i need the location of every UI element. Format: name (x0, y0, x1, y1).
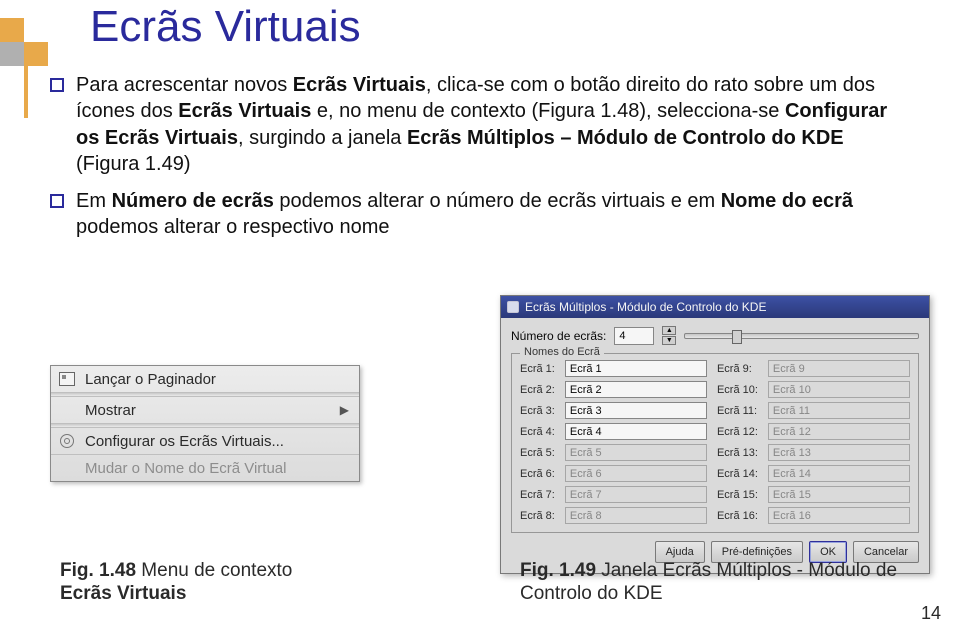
body-text: Para acrescentar novos Ecrãs Virtuais, c… (50, 72, 910, 250)
screen-name-label: Ecrã 4: (520, 426, 555, 438)
screen-name-input (768, 381, 910, 398)
screen-name-label: Ecrã 7: (520, 489, 555, 501)
gear-icon (57, 432, 77, 450)
caption-right: Fig. 1.49 Janela Ecrãs Múltiplos - Módul… (520, 559, 920, 607)
screen-names-group: Nomes do Ecrã Ecrã 1:Ecrã 9:Ecrã 2:Ecrã … (511, 353, 919, 533)
dialog-titlebar[interactable]: Ecrãs Múltiplos - Módulo de Controlo do … (501, 296, 929, 318)
screen-name-label: Ecrã 11: (717, 405, 758, 417)
bullet-2: Em Número de ecrãs podemos alterar o núm… (50, 188, 910, 241)
ctx-item-label: Mudar o Nome do Ecrã Virtual (85, 460, 286, 477)
page-title: Ecrãs Virtuais (90, 2, 361, 52)
bullet-1-text: Para acrescentar novos Ecrãs Virtuais, c… (76, 72, 910, 178)
screen-name-input[interactable] (565, 381, 707, 398)
screen-name-input (768, 486, 910, 503)
num-screens-label: Número de ecrãs: (511, 329, 606, 343)
context-menu: Lançar o Paginador Mostrar ▶ Configurar … (50, 365, 360, 482)
screen-name-input (565, 444, 707, 461)
screen-name-label: Ecrã 15: (717, 489, 758, 501)
kde-multiple-screens-dialog: Ecrãs Múltiplos - Módulo de Controlo do … (500, 295, 930, 574)
screen-name-label: Ecrã 8: (520, 510, 555, 522)
bullet-2-text: Em Número de ecrãs podemos alterar o núm… (76, 188, 910, 241)
ctx-item-label: Mostrar (85, 402, 136, 419)
screen-name-input (565, 486, 707, 503)
num-screens-spinner[interactable]: ▲ ▼ (662, 326, 676, 345)
slide-corner-decoration (0, 18, 48, 66)
num-screens-slider[interactable] (684, 333, 919, 339)
group-title: Nomes do Ecrã (520, 346, 604, 358)
bullet-1: Para acrescentar novos Ecrãs Virtuais, c… (50, 72, 910, 178)
window-icon (507, 301, 519, 313)
bullet-icon (50, 194, 64, 208)
screen-name-label: Ecrã 1: (520, 363, 555, 375)
submenu-arrow-icon: ▶ (340, 403, 349, 417)
dialog-title: Ecrãs Múltiplos - Módulo de Controlo do … (525, 300, 766, 314)
blank-icon (57, 401, 77, 419)
screen-name-input (768, 423, 910, 440)
ctx-item-rename-virtual-screen: Mudar o Nome do Ecrã Virtual (51, 455, 359, 481)
screen-name-input (768, 360, 910, 377)
page-number: 14 (921, 603, 941, 624)
screen-name-label: Ecrã 2: (520, 384, 555, 396)
screen-name-label: Ecrã 13: (717, 447, 758, 459)
ctx-item-configure-virtual-screens[interactable]: Configurar os Ecrãs Virtuais... (51, 428, 359, 455)
screen-name-input (768, 507, 910, 524)
screen-name-input[interactable] (565, 402, 707, 419)
screen-name-label: Ecrã 6: (520, 468, 555, 480)
screen-name-input (565, 465, 707, 482)
bullet-icon (50, 78, 64, 92)
figure-captions: Fig. 1.48 Menu de contexto Ecrãs Virtuai… (60, 559, 920, 607)
blank-icon (57, 459, 77, 477)
screen-name-input[interactable] (565, 360, 707, 377)
spinner-up-icon[interactable]: ▲ (662, 326, 676, 335)
figures-row: Lançar o Paginador Mostrar ▶ Configurar … (50, 295, 930, 574)
screen-name-input (768, 444, 910, 461)
screen-name-label: Ecrã 10: (717, 384, 758, 396)
ctx-item-show[interactable]: Mostrar ▶ (51, 397, 359, 424)
spinner-down-icon[interactable]: ▼ (662, 336, 676, 345)
num-screens-input[interactable] (614, 327, 654, 345)
ctx-item-label: Configurar os Ecrãs Virtuais... (85, 433, 284, 450)
screen-name-input[interactable] (565, 423, 707, 440)
screen-name-label: Ecrã 9: (717, 363, 758, 375)
screen-name-label: Ecrã 3: (520, 405, 555, 417)
screen-name-input (768, 402, 910, 419)
pager-icon (57, 370, 77, 388)
screen-name-label: Ecrã 14: (717, 468, 758, 480)
slider-thumb[interactable] (732, 330, 742, 344)
screen-name-label: Ecrã 5: (520, 447, 555, 459)
screen-name-input (768, 465, 910, 482)
num-screens-row: Número de ecrãs: ▲ ▼ (511, 326, 919, 345)
screen-name-input (565, 507, 707, 524)
ctx-item-launch-pager[interactable]: Lançar o Paginador (51, 366, 359, 393)
caption-left: Fig. 1.48 Menu de contexto Ecrãs Virtuai… (60, 559, 292, 607)
ctx-item-label: Lançar o Paginador (85, 371, 216, 388)
screen-name-label: Ecrã 16: (717, 510, 758, 522)
screen-name-label: Ecrã 12: (717, 426, 758, 438)
